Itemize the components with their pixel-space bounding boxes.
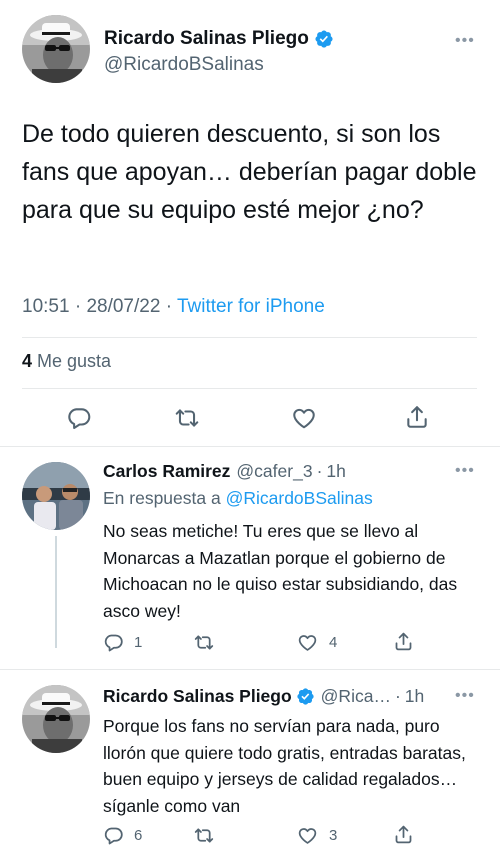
avatar[interactable] [22, 462, 90, 530]
avatar[interactable] [22, 685, 90, 753]
reply-button[interactable] [66, 405, 92, 431]
reply-button[interactable]: 6 [103, 825, 142, 846]
more-options-icon[interactable]: ••• [455, 32, 475, 50]
author-name-text: Ricardo Salinas Pliego [104, 28, 309, 49]
author-name[interactable]: Ricardo Salinas Pliego [103, 686, 292, 707]
tweet-text: No seas metiche! Tu eres que se llevo al… [103, 521, 458, 621]
tweet-text: De todo quieren descuento, si son los fa… [22, 120, 477, 224]
retweet-icon [194, 635, 214, 650]
tweet-date[interactable]: 28/07/22 [86, 296, 160, 317]
retweet-icon [175, 409, 199, 427]
verified-badge-icon [315, 30, 333, 48]
tweet-source-link[interactable]: Twitter for iPhone [177, 296, 325, 317]
retweet-icon [194, 828, 214, 843]
retweet-button[interactable] [174, 405, 200, 431]
share-button[interactable] [393, 823, 414, 846]
tweet-age[interactable]: 1h [326, 461, 345, 482]
more-options-icon[interactable]: ••• [455, 462, 475, 480]
share-button[interactable] [404, 403, 430, 431]
tweet-metadata: 10:51 · 28/07/22 · Twitter for iPhone [22, 296, 325, 318]
reply-button[interactable]: 1 [103, 632, 142, 653]
divider [22, 388, 477, 389]
share-icon [395, 825, 412, 844]
replying-prefix: En respuesta a [103, 488, 221, 508]
meta-separator: · [316, 461, 323, 481]
reply-tweet[interactable]: Carlos Ramirez @cafer_3 · 1h ••• En resp… [0, 448, 500, 670]
meta-separator: · [74, 296, 82, 317]
tweet-text: Porque los fans no servían para nada, pu… [103, 716, 466, 816]
reply-tweet[interactable]: Ricardo Salinas Pliego @Rica… · 1h ••• P… [0, 671, 500, 850]
author-handle[interactable]: @Rica… [321, 686, 391, 707]
avatar[interactable] [22, 15, 90, 83]
reply-count: 6 [134, 827, 143, 844]
meta-separator: · [394, 686, 401, 706]
tweet-time[interactable]: 10:51 [22, 296, 70, 317]
author-handle[interactable]: @cafer_3 [236, 461, 312, 482]
reply-icon [104, 634, 123, 652]
replying-mention-link[interactable]: @RicardoBSalinas [226, 488, 373, 508]
verified-badge-icon [297, 688, 314, 705]
author-name[interactable]: Ricardo Salinas Pliego [104, 28, 334, 50]
share-icon [407, 406, 427, 428]
retweet-button[interactable] [193, 632, 225, 653]
more-options-icon[interactable]: ••• [455, 687, 475, 705]
likes-count: 4 [22, 351, 33, 371]
like-count: 3 [329, 827, 338, 844]
likes-label: Me gusta [37, 351, 112, 371]
thread-line [55, 536, 57, 648]
like-icon [298, 635, 317, 651]
meta-separator: · [165, 296, 173, 317]
reply-icon [104, 827, 123, 845]
retweet-button[interactable] [193, 825, 225, 846]
author-name[interactable]: Carlos Ramirez [103, 461, 230, 482]
reply-header: Carlos Ramirez @cafer_3 · 1h [103, 461, 346, 482]
like-icon [298, 828, 317, 844]
reply-count: 1 [134, 634, 143, 651]
tweet-age[interactable]: 1h [405, 686, 424, 707]
like-icon [293, 408, 315, 429]
like-button[interactable]: 3 [296, 825, 337, 846]
like-button[interactable]: 4 [296, 632, 337, 653]
divider [22, 337, 477, 338]
reply-header: Ricardo Salinas Pliego @Rica… · 1h [103, 686, 424, 707]
like-count: 4 [329, 634, 338, 651]
share-button[interactable] [393, 630, 414, 653]
like-button[interactable] [290, 405, 318, 431]
replying-to: En respuesta a @RicardoBSalinas [103, 488, 373, 509]
share-icon [395, 632, 412, 651]
author-handle[interactable]: @RicardoBSalinas [104, 54, 264, 76]
main-tweet: Ricardo Salinas Pliego @RicardoBSalinas … [0, 0, 500, 447]
likes-summary[interactable]: 4 Me gusta [22, 351, 111, 372]
reply-icon [68, 408, 91, 429]
